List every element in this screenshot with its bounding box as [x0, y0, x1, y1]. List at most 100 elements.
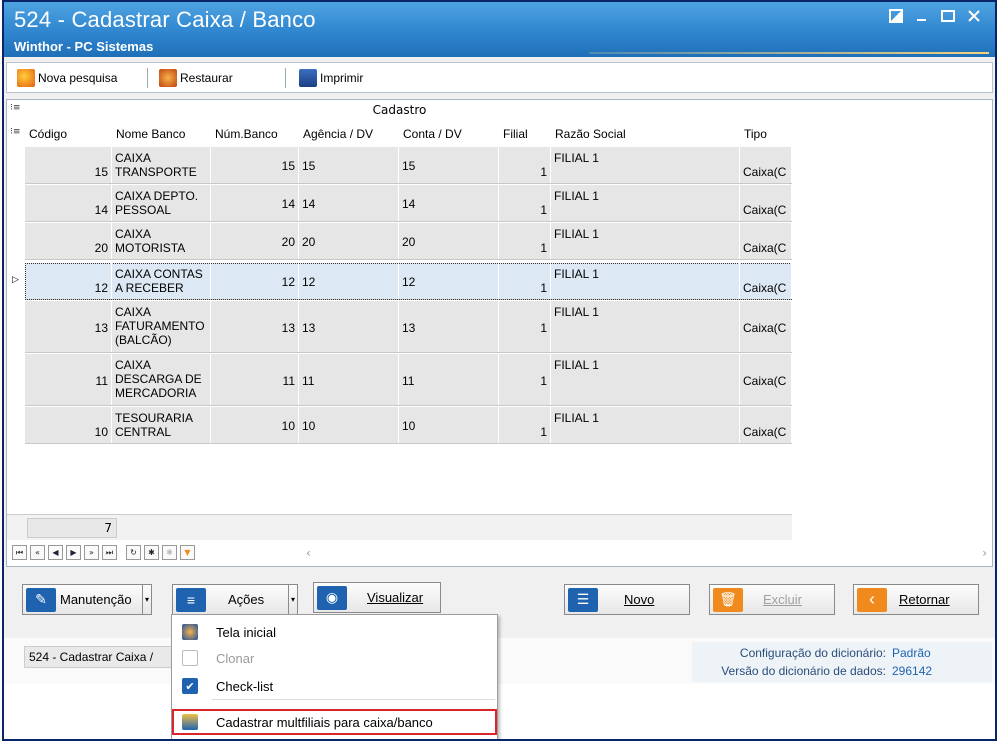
excluir-button[interactable]: 🗑 Excluir: [709, 584, 835, 615]
title-bar: 524 - Cadastrar Caixa / Banco Winthor - …: [4, 2, 995, 57]
grid-footer: 7: [7, 514, 792, 540]
col-header-conta[interactable]: Conta / DV: [399, 123, 499, 145]
table-row[interactable]: 15 CAIXA TRANSPORTE 15 15 15 1 FILIAL 1 …: [25, 147, 792, 184]
menu-item-tela-inicial[interactable]: Tela inicial: [172, 619, 497, 645]
new-record-icon: ☰: [568, 587, 598, 612]
versao-label: Versão do dicionário de dados:: [721, 664, 886, 678]
toolbar-separator: [285, 68, 286, 88]
acoes-label: Ações: [228, 592, 265, 607]
cell-razao-social: FILIAL 1: [554, 189, 599, 203]
scroll-left-icon[interactable]: ‹: [306, 546, 311, 560]
prev-icon[interactable]: ◀: [48, 545, 63, 560]
manutencao-dropdown-icon[interactable]: ▾: [142, 584, 152, 615]
config-label: Configuração do dicionário:: [739, 646, 886, 660]
cell-filial: 1: [540, 374, 547, 388]
col-header-tipo[interactable]: Tipo: [740, 123, 792, 145]
acoes-dropdown-icon[interactable]: ▾: [288, 584, 298, 615]
versao-value: 296142: [892, 664, 933, 678]
cell-filial: 1: [540, 165, 547, 179]
checklist-icon: ✔: [182, 678, 198, 694]
cell-nome-banco: CAIXA TRANSPORTE: [115, 151, 197, 179]
restaurar-button[interactable]: Restaurar: [159, 67, 233, 89]
col-header-codigo[interactable]: Código: [25, 123, 112, 145]
cell-num-banco: 12: [281, 275, 295, 289]
nova-pesquisa-button[interactable]: Nova pesquisa: [17, 67, 117, 89]
refresh-icon[interactable]: ↻: [126, 545, 141, 560]
cell-conta: 15: [402, 159, 416, 173]
last-icon[interactable]: ⏭: [102, 545, 117, 560]
cell-nome-banco: CAIXA DESCARGA DE MERCADORIA: [115, 358, 202, 400]
cell-tipo: Caixa(C: [743, 425, 787, 439]
record-count: 7: [27, 518, 117, 538]
cell-razao-social: FILIAL 1: [554, 358, 599, 372]
cell-conta: 13: [402, 321, 416, 335]
filter-icon[interactable]: ▼: [180, 545, 195, 560]
grid-settings-icon[interactable]: ⁝≡: [10, 127, 20, 137]
cell-codigo: 20: [94, 241, 108, 255]
trash-icon: 🗑: [713, 587, 743, 612]
window-subtitle: Winthor - PC Sistemas: [14, 39, 154, 54]
menu-item-label: Cadastrar multfiliais para caixa/banco: [216, 714, 433, 730]
minimize-icon[interactable]: [910, 8, 934, 28]
cell-tipo: Caixa(C: [743, 321, 787, 335]
col-header-num-banco[interactable]: Núm.Banco: [211, 123, 299, 145]
printer-icon: [299, 69, 317, 87]
maximize-icon[interactable]: [936, 8, 960, 28]
novo-button[interactable]: ☰ Novo: [564, 584, 690, 615]
next-page-icon[interactable]: »: [84, 545, 99, 560]
cell-codigo: 10: [94, 425, 108, 439]
restore-icon: [159, 69, 177, 87]
col-header-agencia[interactable]: Agência / DV: [299, 123, 399, 145]
table-row-selected[interactable]: 12 CAIXA CONTAS A RECEBER 12 12 12 1 FIL…: [25, 263, 792, 300]
cell-tipo: Caixa(C: [743, 374, 787, 388]
cell-num-banco: 20: [281, 235, 295, 249]
nova-pesquisa-label: Nova pesquisa: [38, 71, 118, 85]
table-row[interactable]: 20 CAIXA MOTORISTA 20 20 20 1 FILIAL 1 C…: [25, 223, 792, 260]
next-icon[interactable]: ▶: [66, 545, 81, 560]
table-row[interactable]: 13 CAIXA FATURAMENTO (BALCÃO) 13 13 13 1…: [25, 301, 792, 353]
new-search-icon: [17, 69, 35, 87]
cell-num-banco: 11: [282, 374, 295, 388]
toolbar: Nova pesquisa Restaurar Imprimir: [6, 62, 993, 93]
visualizar-button[interactable]: ◉ Visualizar: [313, 582, 441, 613]
first-icon[interactable]: ⏮: [12, 545, 27, 560]
table-row[interactable]: 11 CAIXA DESCARGA DE MERCADORIA 11 11 11…: [25, 354, 792, 406]
manutencao-label: Manutenção: [60, 592, 132, 607]
manutencao-button[interactable]: ✎ Manutenção: [22, 584, 148, 615]
cell-num-banco: 10: [281, 419, 295, 433]
col-header-razao-social[interactable]: Razão Social: [551, 123, 740, 145]
cell-codigo: 12: [94, 281, 108, 295]
application-window: 524 - Cadastrar Caixa / Banco Winthor - …: [2, 0, 997, 741]
retornar-button[interactable]: ‹ Retornar: [853, 584, 979, 615]
col-header-filial[interactable]: Filial: [499, 123, 551, 145]
cell-tipo: Caixa(C: [743, 203, 787, 217]
cell-nome-banco: CAIXA CONTAS A RECEBER: [115, 267, 203, 295]
prev-page-icon[interactable]: «: [30, 545, 45, 560]
cell-nome-banco: CAIXA DEPTO. PESSOAL: [115, 189, 199, 217]
config-value: Padrão: [892, 646, 931, 660]
cell-razao-social: FILIAL 1: [554, 151, 599, 165]
restore-icon[interactable]: [884, 8, 908, 28]
scroll-right-icon[interactable]: ›: [982, 546, 987, 560]
insert-icon[interactable]: ✱: [144, 545, 159, 560]
delete-icon[interactable]: ✱: [162, 545, 177, 560]
menu-item-check-list[interactable]: ✔ Check-list: [172, 673, 497, 699]
horizontal-scrollbar[interactable]: ‹ ›: [306, 546, 993, 560]
table-row[interactable]: 14 CAIXA DEPTO. PESSOAL 14 14 14 1 FILIA…: [25, 185, 792, 222]
close-icon[interactable]: [962, 8, 986, 28]
imprimir-button[interactable]: Imprimir: [299, 67, 363, 89]
cell-num-banco: 13: [281, 321, 295, 335]
menu-item-clonar[interactable]: Clonar: [172, 645, 497, 671]
window-bottom: [4, 684, 995, 739]
col-header-nome-banco[interactable]: Nome Banco: [112, 123, 211, 145]
cell-nome-banco: TESOURARIA CENTRAL: [115, 411, 193, 439]
table-row[interactable]: 10 TESOURARIA CENTRAL 10 10 10 1 FILIAL …: [25, 407, 792, 444]
cell-agencia: 15: [302, 159, 316, 173]
data-grid: ⁝≡ Cadastro ⁝≡ Código Nome Banco Núm.Ban…: [6, 99, 993, 567]
menu-item-label: Clonar: [216, 650, 255, 666]
cell-num-banco: 14: [281, 197, 295, 211]
status-bar: 524 - Cadastrar Caixa / Configuração do …: [4, 638, 995, 684]
menu-item-cadastrar-multfiliais[interactable]: Cadastrar multfiliais para caixa/banco: [172, 709, 497, 735]
acoes-dropdown-menu: Tela inicial Clonar ✔ Check-list Cadastr…: [171, 614, 498, 739]
acoes-button[interactable]: ≡ Ações: [172, 584, 290, 615]
